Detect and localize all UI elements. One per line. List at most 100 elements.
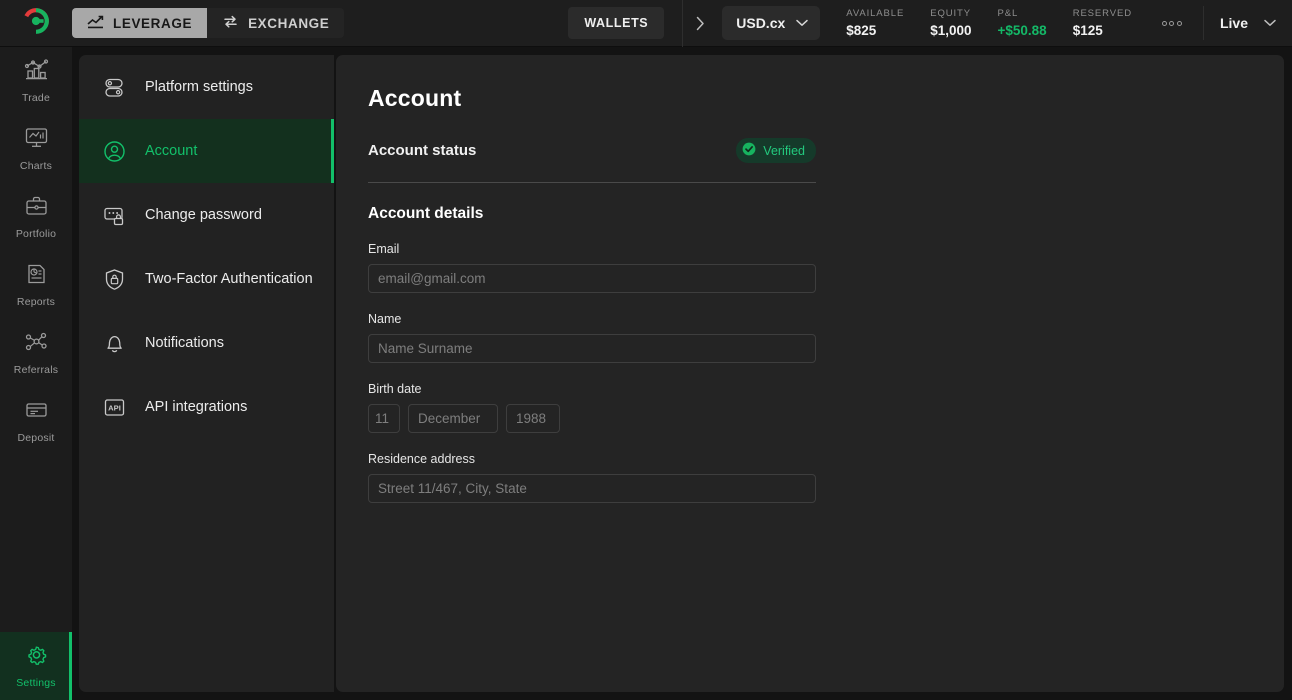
menu-item-two-factor-authentication-label: Two-Factor Authentication <box>145 271 313 287</box>
rail-item-charts-label: Charts <box>19 160 53 172</box>
monitor-chart-icon <box>24 126 49 155</box>
shield-lock-icon <box>101 267 127 292</box>
svg-text:API: API <box>108 403 121 412</box>
trade-chart-icon <box>24 58 49 87</box>
page-title: Account <box>368 85 462 111</box>
rail-item-portfolio[interactable]: Portfolio <box>0 183 72 251</box>
section-divider <box>368 182 816 183</box>
menu-item-notifications-label: Notifications <box>145 335 224 351</box>
account-status-row: Account status Verified <box>368 138 816 163</box>
environment-label: Live <box>1219 15 1248 31</box>
tab-exchange-label: EXCHANGE <box>248 15 330 31</box>
stat-pnl-key: P&L <box>997 8 1019 19</box>
birth-day-field[interactable] <box>368 404 400 433</box>
menu-item-account-label: Account <box>145 143 198 159</box>
menu-item-api-integrations-label: API integrations <box>145 399 248 415</box>
birth-month-field[interactable] <box>408 404 498 433</box>
brand-logo-icon <box>23 7 49 39</box>
tab-leverage[interactable]: LEVERAGE <box>72 8 208 38</box>
check-circle-icon <box>742 142 756 159</box>
account-details-title: Account details <box>368 205 484 222</box>
stat-equity-key: EQUITY <box>930 8 971 19</box>
field-name-label: Name <box>368 312 402 326</box>
bell-icon <box>101 331 127 356</box>
account-content-panel: Account Account status Verified Account … <box>336 55 1284 692</box>
keyboard-lock-icon <box>101 203 127 228</box>
currency-label: USD.cx <box>736 15 786 31</box>
account-status-label: Account status <box>368 142 477 159</box>
name-field[interactable] <box>368 334 816 363</box>
menu-item-account[interactable]: Account <box>79 119 334 183</box>
stat-equity: EQUITY $1,000 <box>930 8 971 38</box>
stat-pnl-value: +$50.88 <box>997 23 1047 38</box>
more-dot-1 <box>1161 20 1167 26</box>
field-residence-address: Residence address <box>368 452 816 503</box>
field-birth-date-label: Birth date <box>368 382 422 396</box>
rail-item-settings[interactable]: Settings <box>0 632 72 700</box>
field-residence-address-label: Residence address <box>368 452 476 466</box>
rail-item-referrals-label: Referrals <box>13 364 59 376</box>
credit-card-icon <box>24 398 49 427</box>
stat-available-value: $825 <box>846 23 877 38</box>
report-document-icon <box>24 262 49 291</box>
settings-menu-panel: Platform settings Account Change passwor… <box>79 55 334 692</box>
gear-icon <box>24 643 49 672</box>
rail-item-deposit-label: Deposit <box>17 432 55 444</box>
more-dots-icon[interactable] <box>1158 15 1186 32</box>
rail-item-portfolio-label: Portfolio <box>15 228 57 240</box>
menu-item-two-factor-authentication[interactable]: Two-Factor Authentication <box>79 247 334 311</box>
status-badge-text: Verified <box>763 143 805 158</box>
menu-item-api-integrations[interactable]: API API integrations <box>79 375 334 439</box>
more-dot-3 <box>1176 20 1182 26</box>
menu-item-change-password-label: Change password <box>145 207 262 223</box>
rail-item-reports[interactable]: Reports <box>0 251 72 319</box>
rail-item-referrals[interactable]: Referrals <box>0 319 72 387</box>
chevron-down-icon <box>1264 14 1276 32</box>
email-field[interactable] <box>368 264 816 293</box>
api-box-icon: API <box>101 395 127 420</box>
rail-item-trade-label: Trade <box>21 92 51 104</box>
residence-address-field[interactable] <box>368 474 816 503</box>
trend-up-icon <box>87 15 104 32</box>
wallets-button[interactable]: WALLETS <box>568 7 665 39</box>
top-bar: LEVERAGE EXCHANGE WALLETS USD.cx AVAILAB… <box>0 0 1292 47</box>
chevron-down-icon <box>796 14 809 32</box>
environment-selector[interactable]: Live <box>1204 14 1292 32</box>
birth-date-inputs <box>368 404 816 433</box>
brand-logo[interactable] <box>0 0 72 47</box>
user-circle-icon <box>101 139 127 164</box>
rail-spacer <box>0 455 72 632</box>
stat-reserved-value: $125 <box>1072 23 1103 38</box>
app-root: LEVERAGE EXCHANGE WALLETS USD.cx AVAILAB… <box>0 0 1292 700</box>
stat-available-key: AVAILABLE <box>846 8 905 19</box>
stat-available: AVAILABLE $825 <box>846 8 904 38</box>
stat-reserved-key: RESERVED <box>1072 8 1132 19</box>
field-email-label: Email <box>368 242 400 256</box>
stat-pnl: P&L +$50.88 <box>998 8 1047 38</box>
rail-item-trade[interactable]: Trade <box>0 47 72 115</box>
tab-exchange[interactable]: EXCHANGE <box>207 8 345 38</box>
menu-item-change-password[interactable]: Change password <box>79 183 334 247</box>
chevron-right-icon[interactable] <box>683 16 717 31</box>
rail-item-reports-label: Reports <box>16 296 56 308</box>
briefcase-icon <box>24 194 49 223</box>
rail-item-deposit[interactable]: Deposit <box>0 387 72 455</box>
left-nav-rail: Trade Charts Portfolio Reports Referrals… <box>0 47 72 700</box>
field-name: Name <box>368 312 816 363</box>
rail-item-charts[interactable]: Charts <box>0 115 72 183</box>
network-nodes-icon <box>24 330 49 359</box>
swap-arrows-icon <box>222 14 239 32</box>
stat-reserved: RESERVED $125 <box>1073 8 1132 38</box>
birth-year-field[interactable] <box>506 404 560 433</box>
menu-item-notifications[interactable]: Notifications <box>79 311 334 375</box>
field-email: Email <box>368 242 816 293</box>
menu-item-platform-settings[interactable]: Platform settings <box>79 55 334 119</box>
mode-tabs: LEVERAGE EXCHANGE <box>72 8 345 38</box>
toggles-icon <box>101 75 127 100</box>
currency-selector[interactable]: USD.cx <box>722 6 821 40</box>
stat-equity-value: $1,000 <box>930 23 972 38</box>
tab-leverage-label: LEVERAGE <box>113 15 193 31</box>
menu-item-platform-settings-label: Platform settings <box>145 79 253 95</box>
field-birth-date: Birth date <box>368 382 816 433</box>
rail-item-settings-label: Settings <box>16 677 56 689</box>
